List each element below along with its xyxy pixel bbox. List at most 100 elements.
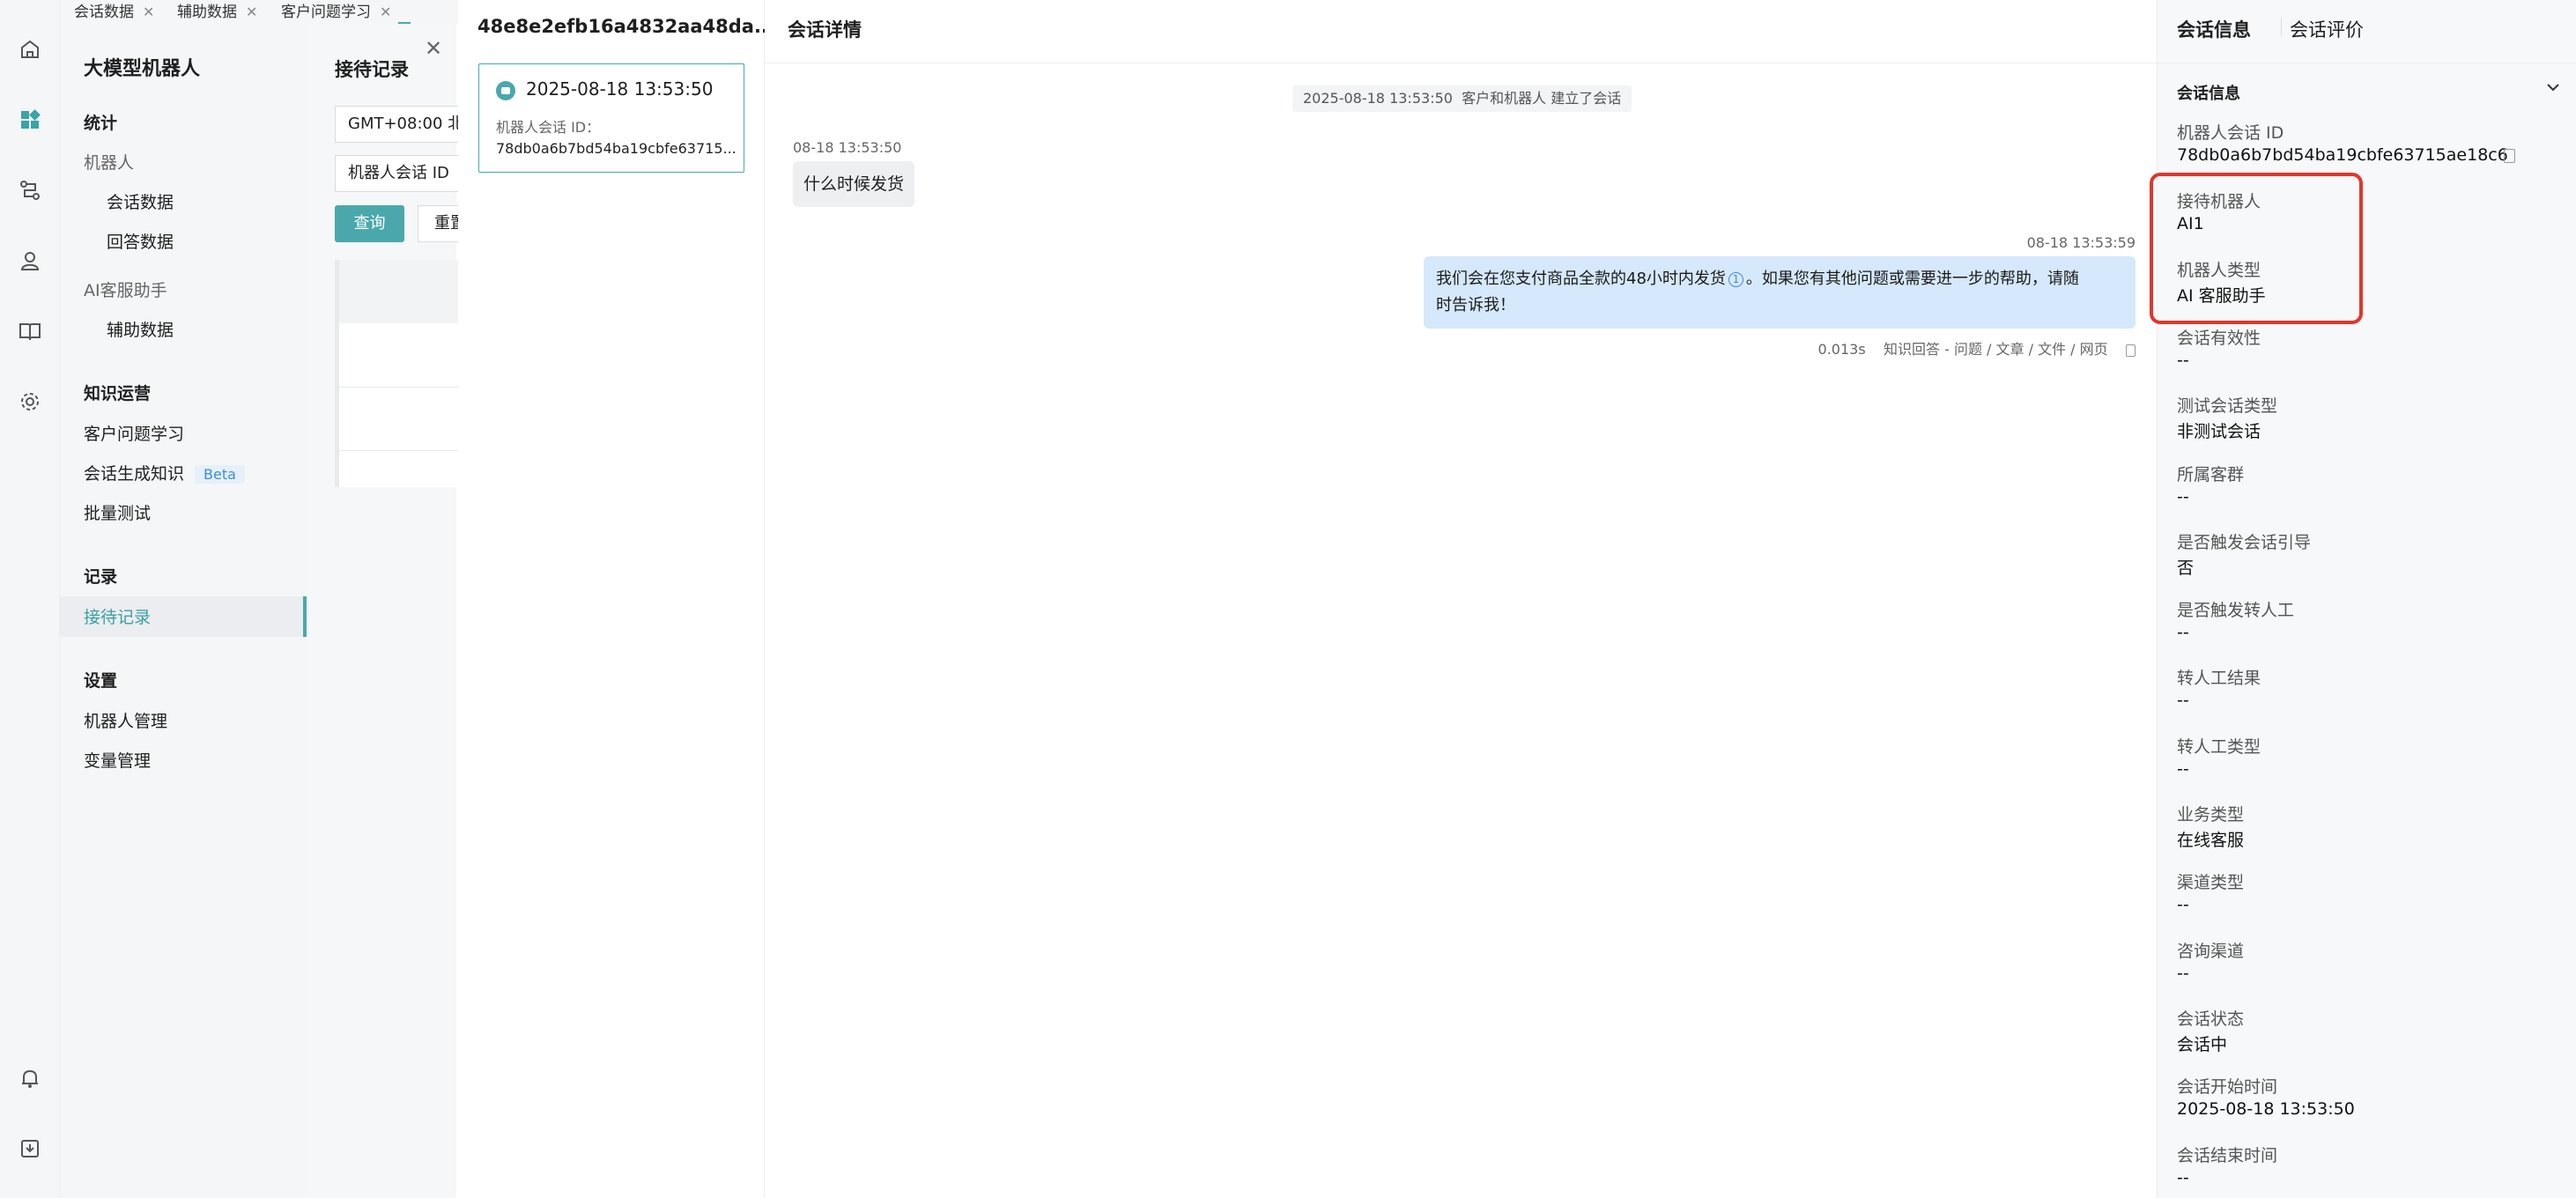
field-value: -- (2177, 487, 2189, 507)
close-icon[interactable]: ✕ (380, 4, 391, 20)
bot-message-bubble: 我们会在您支付商品全款的48小时内发货 1 。如果您有其他问题或需要进一步的帮助，请… (1424, 256, 2136, 329)
home-icon[interactable] (12, 32, 48, 67)
sidebar-item-reception-record[interactable]: 接待记录 (84, 604, 151, 628)
field-label: 是否触发转人工 (2177, 601, 2295, 620)
copy-icon[interactable] (2504, 149, 2515, 163)
tab-bar: 会话数据 ✕ 辅助数据 ✕ 客户问题学习 ✕ (60, 0, 458, 24)
bell-icon[interactable] (12, 1061, 48, 1096)
sidebar-item-answer-data[interactable]: 回答数据 (107, 229, 174, 253)
tab-divider (2281, 18, 2282, 37)
info-circle-icon[interactable]: 1 (1728, 271, 1743, 287)
user-icon[interactable] (12, 243, 48, 278)
chevron-down-icon[interactable] (2545, 79, 2561, 100)
card-id-value: 78db0a6b7bd54ba19cbfe63715... (496, 140, 737, 157)
field-label: 转人工结果 (2177, 669, 2261, 688)
system-message: 2025-08-18 13:53:50 客户和机器人 建立了会话 (1292, 85, 1632, 112)
records-table (335, 260, 480, 487)
sidebar-item-aux-data[interactable]: 辅助数据 (107, 317, 174, 341)
book-icon[interactable] (12, 314, 48, 349)
sidebar-item-var-manage[interactable]: 变量管理 (84, 748, 151, 772)
copy-icon[interactable] (2126, 344, 2136, 357)
records-page: 接待记录 GMT+08:00 北 机器人会话 ID 查询 重置 ✕ (307, 24, 480, 1198)
user-message-time: 08-18 13:53:50 (793, 139, 902, 156)
conversation-card[interactable]: 2025-08-18 13:53:50 机器人会话 ID： 78db0a6b7b… (478, 63, 744, 173)
field-label: 会话状态 (2177, 1009, 2245, 1029)
tab-label: 会话数据 (74, 4, 134, 21)
section-title: 会话信息 (2177, 85, 2240, 103)
field-value: -- (2177, 623, 2189, 642)
field-label: 会话有效性 (2177, 329, 2261, 348)
conversation-list-panel: 48e8e2efb16a4832aa48da... 2025-08-18 13:… (458, 0, 775, 1198)
sidebar-item-customer-learning[interactable]: 客户问题学习 (84, 421, 184, 445)
section-knowledge: 知识运营 (84, 384, 152, 403)
field-label: 会话开始时间 (2177, 1077, 2278, 1097)
field-label: 转人工类型 (2177, 737, 2261, 757)
field-label: 业务类型 (2177, 805, 2245, 825)
tab-conv-data[interactable]: 会话数据 ✕ (74, 0, 154, 24)
field-value: 否 (2177, 558, 2195, 578)
tab-session-info[interactable]: 会话信息 (2177, 16, 2251, 42)
field-value: -- (2177, 964, 2189, 983)
page-title: 接待记录 (335, 59, 409, 80)
group-robot[interactable]: 机器人 (84, 150, 134, 174)
bot-source: 知识回答 - 问题 / 文章 / 文件 / 网页 (1884, 341, 2108, 358)
sidebar-nav: 大模型机器人 统计 机器人 会话数据 回答数据 AI客服助手 辅助数据 知识运营… (60, 24, 307, 1198)
bot-message-text: 。如果您有其他问题或需要进一步的帮助，请随 (1745, 270, 2079, 288)
sidebar-item-conv-data[interactable]: 会话数据 (107, 189, 174, 213)
field-value: 非测试会话 (2177, 422, 2261, 441)
conversation-list-title: 48e8e2efb16a4832aa48da... (477, 16, 775, 37)
download-icon[interactable] (12, 1131, 48, 1166)
field-label: 咨询渠道 (2177, 942, 2245, 961)
session-id-label: 机器人会话 ID (2177, 123, 2284, 143)
group-ai-assistant[interactable]: AI客服助手 (84, 277, 167, 301)
sidebar-item-batch-test[interactable]: 批量测试 (84, 500, 151, 524)
session-id-select[interactable]: 机器人会话 ID (335, 155, 467, 192)
query-button[interactable]: 查询 (335, 205, 404, 242)
sidebar-item-robot-manage[interactable]: 机器人管理 (84, 708, 167, 732)
close-icon[interactable]: ✕ (246, 4, 257, 20)
session-info-panel: 会话信息 会话评价 会话信息 机器人会话 ID 78db0a6b7bd54ba1… (2150, 0, 2576, 1198)
tab-session-eval[interactable]: 会话评价 (2290, 16, 2364, 42)
section-stats: 统计 (84, 114, 118, 133)
field-label: 测试会话类型 (2177, 396, 2278, 416)
chat-icon (496, 81, 515, 100)
field-label: 是否触发会话引导 (2177, 533, 2312, 552)
system-time: 2025-08-18 13:53:50 (1303, 90, 1453, 107)
tab-aux-data[interactable]: 辅助数据 ✕ (177, 0, 257, 24)
bot-message-text: 我们会在您支付商品全款的48小时内发货 (1436, 270, 1726, 288)
field-value: -- (2177, 1168, 2189, 1187)
bot-message-time: 08-18 13:53:59 (2026, 234, 2136, 251)
highlight-box (2150, 173, 2363, 324)
field-value: 在线客服 (2177, 831, 2245, 850)
user-message-bubble: 什么时候发货 (793, 161, 914, 207)
field-value: -- (2177, 351, 2189, 370)
sidebar-item-conv-knowledge[interactable]: 会话生成知识 Beta (84, 461, 245, 484)
close-drawer-icon[interactable]: ✕ (425, 36, 442, 61)
field-label: 渠道类型 (2177, 873, 2245, 892)
tab-label: 客户问题学习 (281, 4, 371, 21)
field-value: -- (2177, 895, 2189, 914)
bot-message-meta: 0.013s 知识回答 - 问题 / 文章 / 文件 / 网页 (1802, 337, 2136, 359)
item-label: 会话生成知识 (84, 464, 185, 484)
field-value: -- (2177, 691, 2189, 710)
system-text: 客户和机器人 建立了会话 (1462, 90, 1622, 107)
close-icon[interactable]: ✕ (143, 4, 154, 20)
field-label: 会话结束时间 (2177, 1146, 2278, 1165)
timezone-select[interactable]: GMT+08:00 北 (335, 106, 467, 143)
tab-label: 辅助数据 (177, 4, 237, 21)
tab-customer-learning[interactable]: 客户问题学习 ✕ (281, 0, 391, 24)
card-time: 2025-08-18 13:53:50 (526, 78, 714, 100)
bot-message-text: 时告诉我！ (1436, 296, 1515, 314)
dashboard-icon[interactable] (12, 102, 48, 137)
field-label: 所属客群 (2177, 465, 2245, 484)
settings-gear-icon[interactable] (12, 384, 48, 419)
card-id-label: 机器人会话 ID： (496, 119, 601, 136)
section-settings: 设置 (84, 671, 118, 691)
icon-rail (0, 0, 60, 1198)
conversation-detail: 会话详情 2025-08-18 13:53:50 客户和机器人 建立了会话 08… (765, 0, 2157, 1198)
beta-badge: Beta (195, 465, 245, 484)
detail-title: 会话详情 (788, 19, 862, 41)
field-value: -- (2177, 759, 2189, 779)
flow-icon[interactable] (12, 173, 48, 208)
section-record: 记录 (84, 567, 118, 587)
